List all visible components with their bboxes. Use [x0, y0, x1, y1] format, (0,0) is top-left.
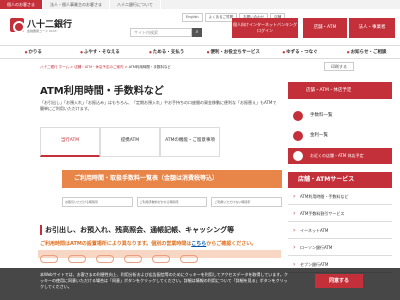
sidebar-link-enet[interactable]: イーネットATM: [288, 222, 392, 239]
legend-unavailable: ご利用いただけない時間帯: [211, 197, 283, 207]
time-legend: お取引いただける時間帯 ご利用手数料がかかる時間帯 ご利用いただけない時間帯: [62, 197, 283, 207]
time-markers: [40, 255, 198, 263]
store-atm-button[interactable]: 店舗・ATM: [303, 18, 347, 38]
time-marker: [152, 255, 170, 263]
ib-login-button[interactable]: 個人向けインターネットバンキング ログイン: [232, 18, 298, 38]
sidebar-rates[interactable]: 金利一覧: [288, 128, 392, 144]
bank-logo-icon[interactable]: [10, 18, 25, 33]
nav-deposit[interactable]: ためる・支払う: [133, 46, 200, 58]
fee-table-header: ご利用時間・取扱手数料一覧表（金額は消費税等込）: [62, 170, 282, 188]
breadcrumb-store[interactable]: 店舗・ATM・休店予定のご案内: [74, 65, 123, 69]
sidebar-find-store-label: お近くの店舗・ATM 休店予定: [310, 153, 364, 158]
page-title: ATM利用時間・手数料など: [40, 86, 164, 97]
hours-note: ご利用時間はATMの設置場所により異なります。個別の営業時間はこちらからご確認く…: [40, 240, 256, 247]
breadcrumb-home[interactable]: 八十二銀行 ホーム: [40, 65, 69, 69]
nav-services[interactable]: 便利・お役立ちサービス: [200, 46, 267, 58]
sidebar-link-lawson[interactable]: ローソン銀行ATM: [288, 239, 392, 256]
tab-corporate[interactable]: 法人・個人事業主のお客さま: [43, 0, 110, 9]
section-title: お引出し、お預入れ、残高照会、通帳記帳、キャッシング等: [40, 225, 234, 235]
time-marker: [68, 255, 86, 263]
search-input[interactable]: サイト内検索: [130, 28, 192, 37]
hours-note-suffix: からご確認ください。: [206, 241, 257, 247]
nav-borrow[interactable]: かりる: [0, 46, 67, 58]
cookie-text: 本Webサイトでは、お客さまの利便性向上、利用分析および広告配信等のためにクッキ…: [40, 272, 288, 289]
sidebar-fees[interactable]: 手数料一覧: [288, 108, 392, 124]
time-marker: [124, 255, 142, 263]
hours-note-text: ご利用時間はATMの設置場所により異なります。個別の営業時間は: [40, 241, 192, 247]
tab-partner-atm[interactable]: 提携ATM: [100, 127, 160, 157]
english-link[interactable]: English: [182, 13, 203, 22]
main-nav: かりる ふやす・そなえる ためる・支払う 便利・お役立ちサービス ゆずる・つなぐ…: [0, 45, 400, 59]
legend-fee: ご利用手数料がかかる時間帯: [136, 197, 208, 207]
breadcrumb: 八十二銀行 ホーム > 店舗・ATM・休店予定のご案内 > ATM利用時間・手数…: [40, 65, 171, 69]
sidebar-rates-label: 金利一覧: [310, 133, 328, 138]
sidebar-link-atm-hours[interactable]: ATM利用時間・手数料など: [288, 188, 392, 205]
bank-code: 金融機関コード 0143: [27, 29, 57, 33]
search-icon[interactable]: ⌕: [192, 28, 202, 37]
sidebar-link-fee-discount[interactable]: ATM手数料割引サービス: [288, 205, 392, 222]
top-tabs-spacer: [160, 0, 400, 9]
sidebar-fees-label: 手数料一覧: [310, 113, 333, 118]
sidebar-store-button[interactable]: 店舗・ATM・休店予定: [288, 82, 392, 99]
yen-icon: [293, 111, 303, 121]
print-button[interactable]: 印刷する: [324, 62, 354, 71]
intro-text: 「お引出し」「お預入れ」「お振込み」はもちろん、「定期お預入れ」やお手持ちの口座…: [40, 100, 277, 111]
time-marker: [180, 255, 198, 263]
top-tabs: 個人のお客さま 法人・個人事業主のお客さま 八十二銀行について: [0, 0, 400, 9]
percent-icon: [293, 131, 303, 141]
nav-inherit[interactable]: ゆずる・つなぐ: [267, 46, 334, 58]
tab-personal[interactable]: 個人のお客さま: [0, 0, 43, 9]
sidebar-services-heading: 店舗・ATMサービス: [288, 172, 392, 188]
time-marker: [96, 255, 114, 263]
sidebar-find-store[interactable]: お近くの店舗・ATM 休店予定: [288, 148, 392, 164]
cookie-accept-button[interactable]: 同意する: [315, 274, 363, 288]
legend-available: お取引いただける時間帯: [62, 197, 133, 207]
map-pin-icon: [293, 151, 303, 161]
tab-own-atm[interactable]: 当行ATM: [40, 127, 100, 157]
tab-about[interactable]: 八十二銀行について: [110, 0, 161, 9]
time-marker: [40, 255, 58, 263]
hours-link[interactable]: こちら: [191, 241, 206, 247]
business-button[interactable]: 法人・事業者: [349, 18, 395, 38]
nav-save[interactable]: ふやす・そなえる: [67, 46, 134, 58]
tab-atm-functions[interactable]: ATMの機能・ご留意事項: [160, 127, 220, 157]
breadcrumb-current: ATM利用時間・手数料など: [128, 65, 171, 69]
nav-news[interactable]: お知らせ・ご相談: [333, 46, 400, 58]
